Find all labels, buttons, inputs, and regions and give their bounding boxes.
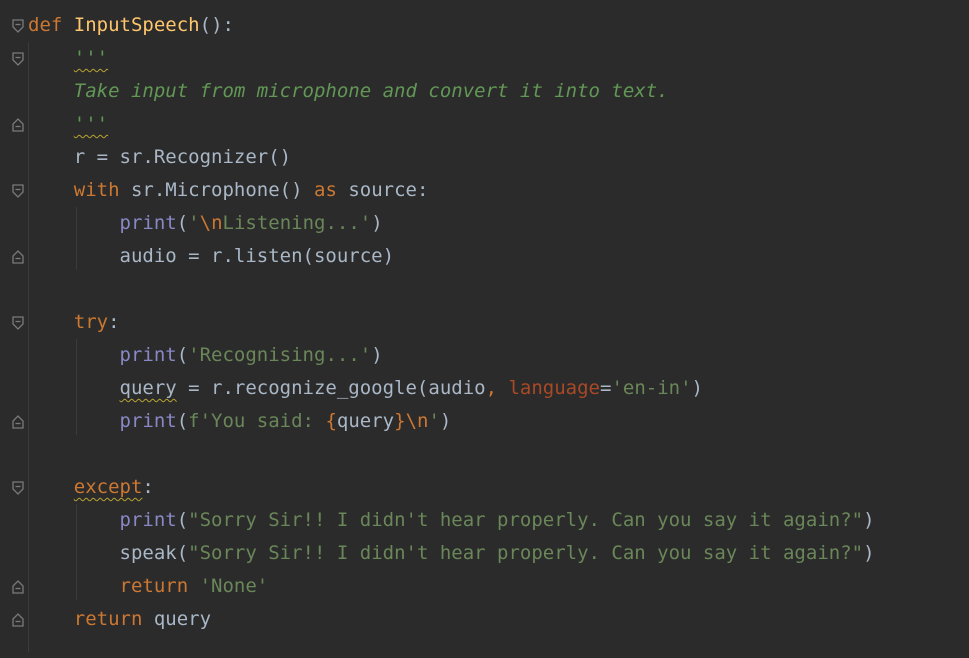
function-speak: speak bbox=[119, 542, 177, 564]
fold-open-icon[interactable] bbox=[11, 481, 25, 495]
paren-close: ) bbox=[439, 410, 452, 432]
paren-open: ( bbox=[176, 212, 189, 234]
comma: , bbox=[485, 377, 509, 399]
listen-assignment: audio = r.listen(source) bbox=[119, 245, 395, 267]
string-listening: Listening...' bbox=[222, 212, 372, 234]
fold-open-icon[interactable] bbox=[11, 184, 25, 198]
builtin-print: print bbox=[119, 344, 177, 366]
fold-close-icon[interactable] bbox=[11, 613, 25, 627]
code-line-6[interactable]: with sr.Microphone() as source: bbox=[28, 174, 429, 207]
keyword-def: def bbox=[28, 14, 63, 36]
code-editor[interactable]: def InputSpeech(): ''' Take input from m… bbox=[0, 0, 969, 658]
paren-close: ) bbox=[691, 377, 703, 399]
editor-gutter bbox=[0, 0, 28, 658]
fstring-end: ' bbox=[428, 410, 440, 432]
code-line-16[interactable]: print("Sorry Sir!! I didn't hear properl… bbox=[28, 504, 875, 537]
fstring-brace-open: { bbox=[325, 410, 337, 432]
paren-close: ) bbox=[863, 542, 875, 564]
fold-close-icon[interactable] bbox=[11, 580, 25, 594]
paren-close: ) bbox=[371, 344, 383, 366]
code-line-18[interactable]: return 'None' bbox=[28, 570, 269, 603]
fold-close-icon[interactable] bbox=[11, 250, 25, 264]
builtin-print: print bbox=[119, 509, 177, 531]
code-line-12[interactable]: query = r.recognize_google(audio, langua… bbox=[28, 372, 703, 405]
microphone-call: sr.Microphone() bbox=[119, 179, 314, 201]
keyword-try: try bbox=[73, 311, 109, 333]
keyword-return: return bbox=[119, 575, 189, 597]
string-none: 'None' bbox=[199, 575, 269, 597]
fstring-var-query: query bbox=[336, 410, 395, 432]
fold-close-icon[interactable] bbox=[11, 415, 25, 429]
fstring-start: f'You said: bbox=[188, 410, 326, 432]
string-quote: ' bbox=[188, 212, 200, 234]
docstring-text: Take input from microphone and convert i… bbox=[73, 80, 669, 102]
signature-parens: (): bbox=[199, 14, 234, 36]
code-line-2[interactable]: ''' bbox=[28, 42, 108, 75]
fold-open-icon[interactable] bbox=[11, 19, 25, 33]
string-sorry-message: "Sorry Sir!! I didn't hear properly. Can… bbox=[188, 509, 864, 531]
equals: = bbox=[599, 377, 612, 399]
function-name: InputSpeech bbox=[73, 14, 200, 36]
escape-newline: \n bbox=[199, 212, 223, 234]
colon: : bbox=[108, 311, 120, 333]
source-target: source: bbox=[336, 179, 429, 201]
return-query: query bbox=[142, 608, 212, 630]
code-line-15[interactable]: except: bbox=[28, 471, 154, 504]
paren-close: ) bbox=[371, 212, 383, 234]
fold-open-icon[interactable] bbox=[11, 52, 25, 66]
paren-open: ( bbox=[176, 509, 189, 531]
colon: : bbox=[142, 476, 154, 498]
builtin-print: print bbox=[119, 212, 177, 234]
code-line-17[interactable]: speak("Sorry Sir!! I didn't hear properl… bbox=[28, 537, 875, 570]
code-line-10[interactable]: try: bbox=[28, 306, 120, 339]
string-en-in: 'en-in' bbox=[611, 377, 692, 399]
docstring-close: ''' bbox=[73, 113, 109, 135]
keyword-except: except bbox=[73, 476, 143, 498]
fstring-brace-close: } bbox=[394, 410, 406, 432]
paren-open: ( bbox=[176, 344, 189, 366]
fold-open-icon[interactable] bbox=[11, 316, 25, 330]
keyword-return: return bbox=[73, 608, 143, 630]
code-line-7[interactable]: print('\nListening...') bbox=[28, 207, 383, 240]
code-line-1[interactable]: def InputSpeech(): bbox=[28, 9, 234, 42]
code-line-5[interactable]: r = sr.Recognizer() bbox=[28, 141, 291, 174]
keyword-as: as bbox=[314, 179, 337, 201]
code-line-4[interactable]: ''' bbox=[28, 108, 108, 141]
paren-open: ( bbox=[176, 410, 189, 432]
param-language: language bbox=[508, 377, 600, 399]
paren-open: ( bbox=[176, 542, 189, 564]
docstring-open: ''' bbox=[73, 47, 109, 69]
string-recognising: 'Recognising...' bbox=[188, 344, 372, 366]
code-line-3[interactable]: Take input from microphone and convert i… bbox=[28, 75, 669, 108]
code-line-8[interactable]: audio = r.listen(source) bbox=[28, 240, 395, 273]
keyword-with: with bbox=[73, 179, 120, 201]
builtin-print: print bbox=[119, 410, 177, 432]
code-line-11[interactable]: print('Recognising...') bbox=[28, 339, 383, 372]
string-sorry-message: "Sorry Sir!! I didn't hear properly. Can… bbox=[188, 542, 864, 564]
fold-close-icon[interactable] bbox=[11, 118, 25, 132]
recognizer-assignment: r = sr.Recognizer() bbox=[73, 146, 292, 168]
code-line-19[interactable]: return query bbox=[28, 603, 211, 636]
variable-query: query bbox=[119, 377, 177, 399]
recognize-google-call: = r.recognize_google(audio bbox=[176, 377, 486, 399]
paren-close: ) bbox=[863, 509, 875, 531]
escape-newline: \n bbox=[405, 410, 429, 432]
code-line-13[interactable]: print(f'You said: {query}\n') bbox=[28, 405, 452, 438]
